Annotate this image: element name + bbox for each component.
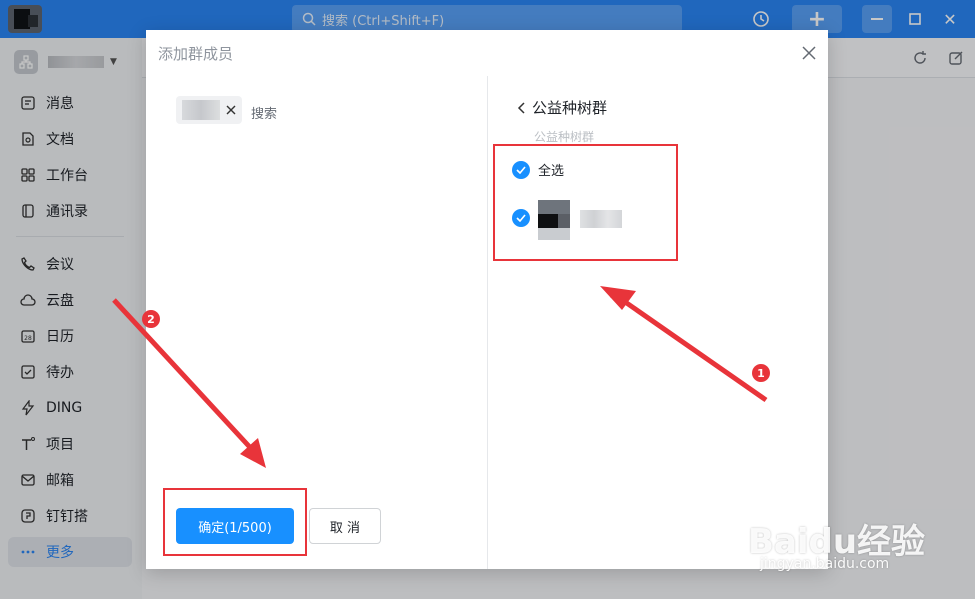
watermark-url: jingyan.baidu.com xyxy=(760,556,890,572)
arrow-1 xyxy=(605,287,768,403)
arrow-2 xyxy=(112,298,260,458)
step-badge-2: 2 xyxy=(142,310,160,328)
annotation-arrows xyxy=(112,286,768,468)
step-badge-1: 1 xyxy=(752,364,770,382)
